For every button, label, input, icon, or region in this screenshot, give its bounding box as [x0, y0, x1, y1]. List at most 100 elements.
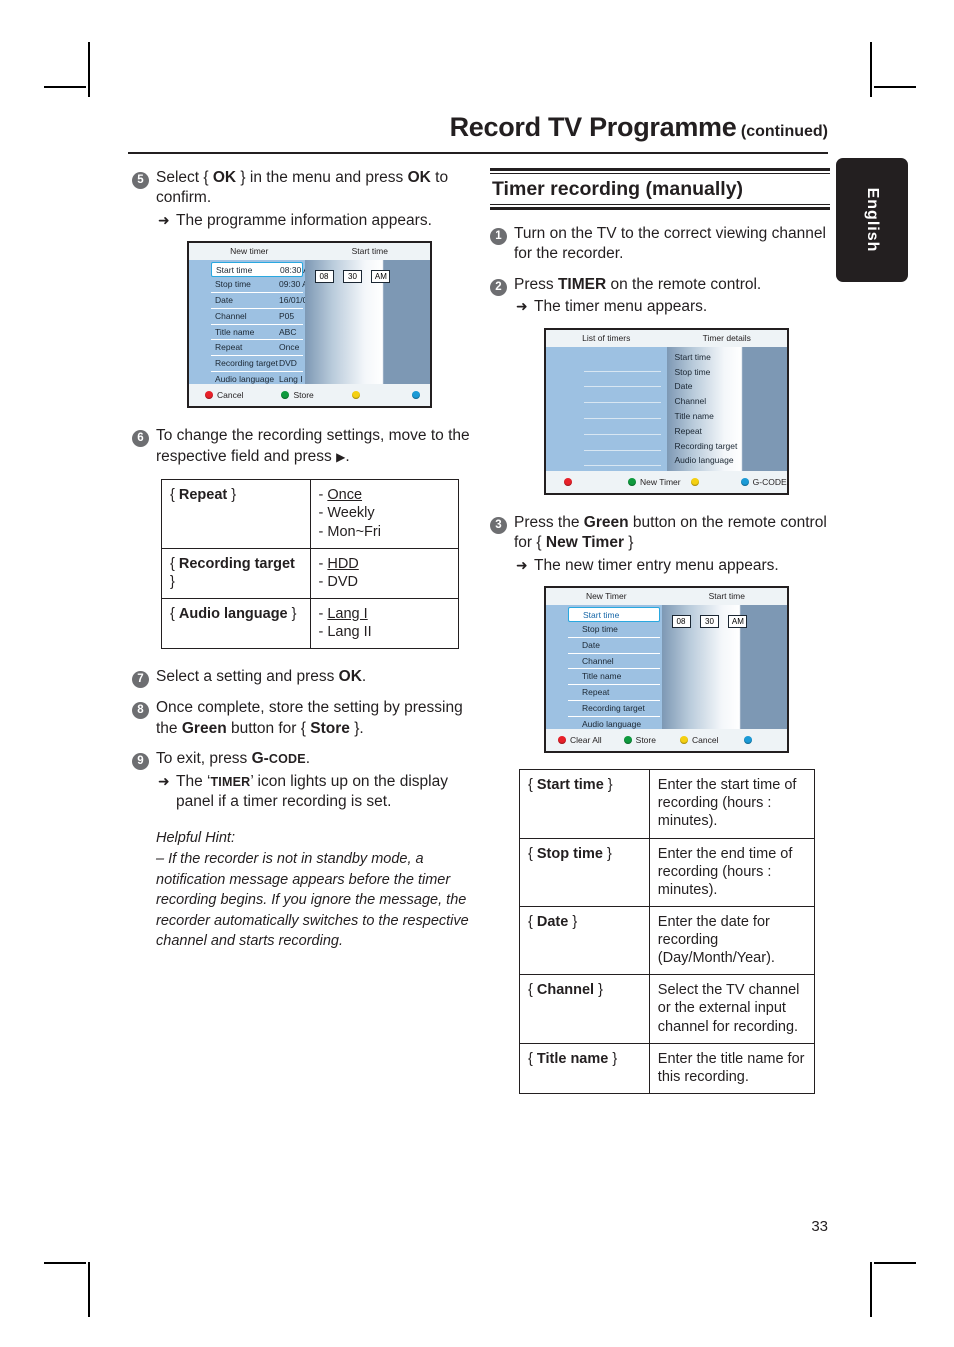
screen3-green-button[interactable]: Store [623, 735, 656, 745]
screen1-blue-button[interactable] [411, 391, 424, 400]
channel-field-desc: Select the TV channel or the external in… [648, 974, 816, 1044]
crop-mark-top-right-vertical [870, 42, 872, 97]
green-dot-icon [281, 391, 290, 400]
screen3-minute-field[interactable]: 30 [699, 615, 719, 629]
step-5-result: ➜ The programme information appears. [156, 211, 472, 231]
step-9-text: To exit, press G-CODE. ➜ The ‘TIMER’ ico… [156, 749, 472, 812]
step-9-result-a: The ‘ [176, 772, 211, 790]
step-3-text: Press the Green button on the remote con… [514, 513, 830, 576]
step-2-timer: TIMER [557, 275, 607, 293]
step-3-result-text: The new timer entry menu appears. [534, 556, 779, 574]
screen1-row-repeat-label: Repeat [215, 342, 243, 353]
step-5-text: Select { OK } in the menu and press OK t… [156, 168, 472, 231]
repeat-setting-cell: { Repeat } [161, 479, 311, 549]
step-6-text-end: . [345, 447, 350, 465]
table-row: { Recording target } - HDD - DVD [161, 547, 459, 599]
audio-language-setting-label: Audio language [178, 605, 288, 622]
screen1-detail-panel: 08 30 AM [304, 260, 430, 385]
step-3-new-timer: New Timer [545, 534, 624, 552]
screen2-header: List of timers Timer details [546, 330, 787, 347]
screen2-header-left: List of timers [582, 332, 631, 343]
repeat-option-2: Mon~Fri [327, 523, 381, 540]
screen1-green-button[interactable]: Store [281, 390, 314, 401]
screen2-yellow-button[interactable] [690, 477, 703, 486]
screen3-row-repeat[interactable]: Repeat [546, 685, 662, 700]
step-9-timer-label: TIMER [210, 774, 251, 789]
channel-field-cell: { Channel } [519, 974, 650, 1044]
screen3-footer: Clear All Store Cancel [546, 729, 787, 752]
crop-mark-bottom-right-horizontal [874, 1262, 916, 1264]
audio-language-option-0: Lang I [327, 605, 368, 622]
recording-target-option-1: DVD [327, 573, 358, 590]
screen2-detail-start-time: Start time [674, 351, 711, 362]
screen2-blue-button[interactable]: G-CODE [740, 477, 787, 487]
crop-mark-top-left-vertical [88, 42, 90, 97]
screen1-row-date[interactable]: Date 16/01/07 [189, 293, 312, 308]
screen1-ampm-field[interactable]: AM [371, 270, 391, 284]
screen3-ampm-field[interactable]: AM [728, 615, 748, 629]
screen1-row-channel-value: P05 [279, 310, 295, 321]
section-rule-top-thick [490, 168, 830, 171]
screen3-body: Start time Stop time Date Channel Title … [546, 605, 787, 732]
repeat-option-1: Weekly [327, 505, 375, 522]
screen3-row-audio-language[interactable]: Audio language [546, 717, 662, 732]
step-7-text-a: Select a setting and press [156, 668, 339, 686]
screen3-blue-button[interactable] [744, 736, 756, 745]
screen3-red-button[interactable]: Clear All [558, 735, 602, 745]
screen1-hour-field[interactable]: 08 [314, 270, 334, 284]
step-9-result-text: The ‘TIMER’ icon lights up on the displa… [176, 772, 472, 813]
red-dot-icon [564, 477, 572, 486]
screen1-row-recording-target[interactable]: Recording target DVD [189, 356, 305, 371]
screen3-row-date[interactable]: Date [546, 638, 662, 653]
screen-mockup-new-timer-filled: New timer Start time Start time 08:30 AM… [187, 241, 432, 409]
screen1-menu-list: Start time 08:30 AM Stop time 09:30 AM D… [189, 260, 316, 387]
screen3-header-left: New Timer [585, 591, 627, 602]
screen1-row-start-time-label: Start time [216, 265, 253, 276]
step-5-number: 5 [132, 172, 149, 189]
left-column: 5 Select { OK } in the menu and press OK… [132, 168, 472, 952]
step-9-text-a: To exit, press [156, 750, 252, 768]
screen3-detail-panel: 08 30 AM [661, 605, 787, 730]
table-row: { Channel } Select the TV channel or the… [519, 974, 816, 1044]
screen1-row-repeat[interactable]: Repeat Once [189, 340, 305, 355]
screen1-row-start-time[interactable]: Start time 08:30 AM [211, 262, 316, 278]
right-column: Timer recording (manually) 1 Turn on the… [490, 168, 830, 1094]
screen1-green-button-label: Store [293, 390, 314, 401]
step-3-number: 3 [490, 516, 507, 534]
screen3-hour-field[interactable]: 08 [671, 615, 691, 629]
screen1-red-button[interactable]: Cancel [205, 390, 243, 400]
table-row: { Stop time } Enter the end time of reco… [519, 837, 816, 907]
page-header: Record TV Programme (continued) [128, 112, 828, 154]
screen1-row-channel[interactable]: Channel P05 [189, 309, 305, 324]
screen3-row-recording-target[interactable]: Recording target [546, 701, 662, 716]
screen2-green-button[interactable]: New Timer [628, 477, 681, 487]
screen1-row-audio-language[interactable]: Audio language Lang I [189, 372, 305, 387]
green-dot-icon [623, 736, 632, 745]
screen3-yellow-button[interactable]: Cancel [679, 735, 718, 745]
screen3-row-channel[interactable]: Channel [546, 654, 662, 669]
screen2-header-right: Timer details [702, 332, 751, 343]
screen2-detail-title-name: Title name [674, 411, 714, 421]
step-8-text-c: button for { [226, 719, 311, 737]
screen3-row-title-name[interactable]: Title name [546, 669, 662, 684]
step-8-green: Green [181, 719, 227, 737]
yellow-dot-icon [679, 736, 688, 745]
screen2-timer-list[interactable] [546, 346, 667, 471]
screen1-yellow-button[interactable] [351, 391, 364, 400]
screen1-minute-field[interactable]: 30 [342, 270, 362, 284]
step-1-number: 1 [490, 228, 507, 245]
stop-time-field-label: Stop time [536, 845, 603, 862]
repeat-option-0: Once [327, 487, 363, 504]
crop-mark-bottom-left-vertical [88, 1262, 90, 1317]
recording-target-setting-label: Recording target [178, 555, 295, 572]
step-7-text: Select a setting and press OK. [156, 667, 366, 688]
step-5-ok-2: OK [407, 169, 431, 186]
screen2-red-button[interactable] [564, 477, 576, 486]
screen1-row-stop-time[interactable]: Stop time 09:30 AM [189, 277, 315, 292]
screen3-row-stop-time[interactable]: Stop time [546, 622, 662, 637]
screen1-row-title-name[interactable]: Title name ABC [189, 325, 305, 340]
screen1-header: New timer Start time [189, 243, 430, 260]
step-3-text-a: Press the [514, 513, 584, 531]
screen3-row-start-time[interactable]: Start time [568, 607, 660, 622]
step-2-text: Press TIMER on the remote control. ➜ The… [514, 275, 761, 318]
